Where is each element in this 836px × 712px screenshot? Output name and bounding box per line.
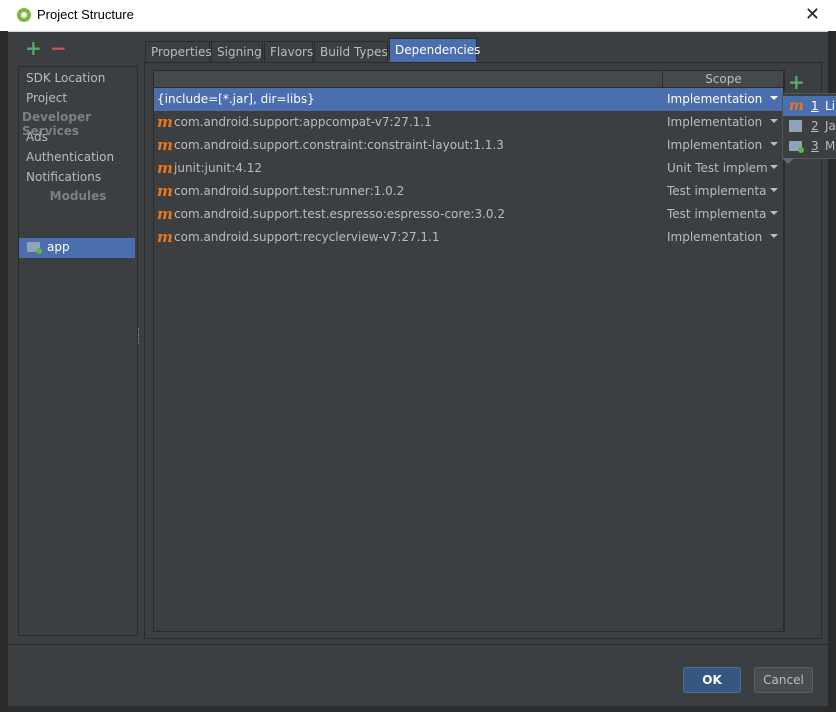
table-row[interactable]: m com.android.support.test.espresso:espr… <box>154 203 784 226</box>
sidebar-item-sdk-location[interactable]: SDK Location <box>26 68 105 88</box>
table-row[interactable]: m com.android.support:recyclerview-v7:27… <box>154 226 784 249</box>
dependency-name: com.android.support.test:runner:1.0.2 <box>174 184 405 198</box>
maven-icon: m <box>157 228 173 246</box>
dropdown-arrow-icon[interactable] <box>770 96 778 100</box>
module-folder-icon <box>27 242 42 254</box>
sidebar-item-authentication[interactable]: Authentication <box>26 147 114 167</box>
menu-pointer-icon <box>782 158 794 164</box>
ok-button[interactable]: OK <box>683 667 741 693</box>
dependency-name: com.android.support:recyclerview-v7:27.1… <box>174 230 440 244</box>
menu-item-label: M <box>825 139 836 153</box>
sidebar-item-ads[interactable]: Ads <box>26 127 48 147</box>
sidebar-item-notifications[interactable]: Notifications <box>26 167 101 187</box>
dependency-name: com.android.support.test.espresso:espres… <box>174 207 506 221</box>
maven-icon: m <box>157 205 173 223</box>
dropdown-arrow-icon[interactable] <box>770 211 778 215</box>
tab-dependencies[interactable]: Dependencies <box>389 38 480 62</box>
jar-icon <box>789 120 802 132</box>
scope-value[interactable]: Implementation <box>667 226 767 249</box>
table-row[interactable]: {include=[*.jar], dir=libs} Implementati… <box>154 88 784 111</box>
dependencies-panel: Scope {include=[*.jar], dir=libs} Implem… <box>144 62 822 639</box>
android-studio-icon <box>17 8 31 22</box>
dependencies-table: Scope {include=[*.jar], dir=libs} Implem… <box>153 70 785 632</box>
dropdown-arrow-icon[interactable] <box>770 142 778 146</box>
column-header-scope[interactable]: Scope <box>663 72 784 86</box>
table-row[interactable]: m com.android.support:appcompat-v7:27.1.… <box>154 111 784 134</box>
add-dependency-menu: m 1 Li 2 Ja 3 M <box>782 93 836 159</box>
dependency-name: {include=[*.jar], dir=libs} <box>157 92 315 106</box>
scope-value[interactable]: Implementation <box>667 134 767 157</box>
dependency-name: com.android.support:appcompat-v7:27.1.1 <box>174 115 432 129</box>
menu-item-library-dependency[interactable]: m 1 Li <box>783 96 836 116</box>
maven-icon: m <box>157 136 173 154</box>
add-module-button[interactable]: + <box>25 38 42 58</box>
menu-item-label: Ja <box>825 119 836 133</box>
scope-value[interactable]: Test implementation <box>667 203 767 226</box>
splitter-handle[interactable] <box>138 328 142 344</box>
dropdown-arrow-icon[interactable] <box>770 188 778 192</box>
module-icon <box>789 141 804 153</box>
table-header: Scope <box>154 71 784 88</box>
add-dependency-button[interactable]: + <box>788 72 805 92</box>
menu-item-number: 2 <box>811 119 819 133</box>
maven-icon: m <box>157 159 173 177</box>
menu-item-number: 1 <box>811 99 819 113</box>
table-row[interactable]: m com.android.support.test:runner:1.0.2 … <box>154 180 784 203</box>
sidebar-item-label: app <box>47 240 70 254</box>
sidebar-header-modules: Modules <box>49 189 107 203</box>
menu-item-jar-dependency[interactable]: 2 Ja <box>783 116 836 136</box>
window-title: Project Structure <box>37 7 134 22</box>
button-bar: OK Cancel <box>8 644 828 707</box>
scope-value[interactable]: Implementation <box>667 88 767 111</box>
maven-icon: m <box>789 98 804 114</box>
table-row[interactable]: m junit:junit:4.12 Unit Test impleme... <box>154 157 784 180</box>
close-icon[interactable]: ✕ <box>805 4 820 25</box>
remove-module-button[interactable]: − <box>50 38 67 58</box>
tab-properties[interactable]: Properties <box>145 41 212 62</box>
sidebar-item-app[interactable]: app <box>19 238 135 258</box>
dependency-name: com.android.support.constraint:constrain… <box>174 138 504 152</box>
dropdown-arrow-icon[interactable] <box>770 119 778 123</box>
tab-flavors[interactable]: Flavors <box>264 41 313 62</box>
dialog-body: + − SDK Location Project Developer Servi… <box>8 32 828 706</box>
table-row[interactable]: m com.android.support.constraint:constra… <box>154 134 784 157</box>
maven-icon: m <box>157 182 173 200</box>
dropdown-arrow-icon[interactable] <box>770 234 778 238</box>
dependency-name: junit:junit:4.12 <box>174 161 262 175</box>
scope-value[interactable]: Implementation <box>667 111 767 134</box>
sidebar-item-project[interactable]: Project <box>26 88 67 108</box>
dropdown-arrow-icon[interactable] <box>770 165 778 169</box>
sidebar: SDK Location Project Developer Services … <box>18 66 138 636</box>
menu-item-number: 3 <box>811 139 819 153</box>
maven-icon: m <box>157 113 173 131</box>
tab-build-types[interactable]: Build Types <box>314 41 388 62</box>
title-bar: Project Structure ✕ <box>0 0 836 32</box>
scope-value[interactable]: Unit Test impleme... <box>667 157 767 180</box>
cancel-button[interactable]: Cancel <box>754 667 813 693</box>
menu-item-module-dependency[interactable]: 3 M <box>783 136 836 156</box>
window-edge-left <box>0 31 8 712</box>
menu-item-label: Li <box>825 99 836 113</box>
scope-value[interactable]: Test implementation <box>667 180 767 203</box>
tab-signing[interactable]: Signing <box>211 41 263 62</box>
